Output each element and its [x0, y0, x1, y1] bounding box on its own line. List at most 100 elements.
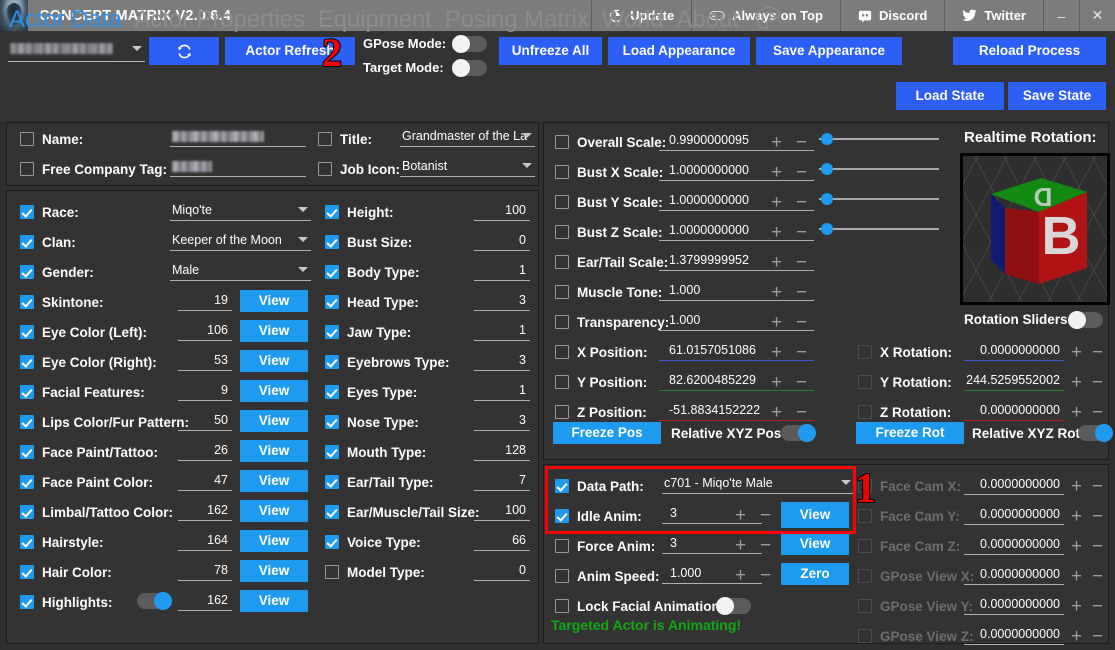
highlights-checkbox[interactable]: [20, 595, 34, 609]
z-rotation-checkbox[interactable]: [858, 405, 872, 419]
highlights-view-button[interactable]: View: [240, 590, 308, 612]
body-type-field[interactable]: 1: [474, 260, 530, 281]
highlights-field[interactable]: 162: [178, 590, 232, 611]
gpose-view-z-checkbox[interactable]: [858, 629, 872, 643]
tab-posing-matrix[interactable]: Posing Matrix: [445, 6, 589, 34]
face-paint-tattoo-view-button[interactable]: View: [240, 440, 308, 462]
face-cam-y-field[interactable]: 0.0000000000: [964, 504, 1064, 525]
height-field[interactable]: 100: [474, 200, 530, 221]
jaw-type-checkbox[interactable]: [325, 325, 339, 339]
z-rotation-minus-button[interactable]: −: [1092, 403, 1103, 422]
force-anim-checkbox[interactable]: [555, 539, 569, 553]
bust-z-scale-plus-button[interactable]: +: [771, 223, 782, 242]
x-rotation-plus-button[interactable]: +: [1071, 343, 1082, 362]
bust-z-scale-field[interactable]: 1.0000000000: [659, 220, 814, 241]
hair-color-checkbox[interactable]: [20, 565, 34, 579]
x-rotation-minus-button[interactable]: −: [1092, 343, 1103, 362]
muscle-tone-field[interactable]: 1.000: [659, 280, 814, 301]
anim-speed-field[interactable]: 1.000: [662, 563, 762, 584]
eyes-type-field[interactable]: 1: [474, 380, 530, 401]
idle-anim-plus-button[interactable]: +: [735, 506, 746, 525]
title-combobox[interactable]: Grandmaster of the La: [400, 126, 535, 147]
bust-y-scale-slider[interactable]: [819, 192, 939, 206]
z-rotation-plus-button[interactable]: +: [1071, 403, 1082, 422]
bust-x-scale-minus-button[interactable]: −: [796, 163, 807, 182]
eye-color-left-checkbox[interactable]: [20, 325, 34, 339]
gpose-view-y-plus-button[interactable]: +: [1071, 597, 1082, 616]
facial-features-checkbox[interactable]: [20, 385, 34, 399]
force-anim-minus-button[interactable]: −: [760, 536, 771, 555]
limbal-tattoo-color-view-button[interactable]: View: [240, 500, 308, 522]
z-position-minus-button[interactable]: −: [796, 403, 807, 422]
free-company-tag-field[interactable]: [170, 156, 306, 177]
y-position-field[interactable]: 82.6200485229: [659, 370, 814, 391]
x-position-checkbox[interactable]: [555, 345, 569, 359]
name-checkbox[interactable]: [20, 132, 34, 146]
z-position-field[interactable]: -51.8834152222: [659, 400, 814, 421]
gpose-view-z-plus-button[interactable]: +: [1071, 627, 1082, 646]
gpose-view-y-minus-button[interactable]: −: [1092, 597, 1103, 616]
transparency-field[interactable]: 1.000: [659, 310, 814, 331]
lock-facial-animation-checkbox[interactable]: [555, 599, 569, 613]
reload-process-button[interactable]: Reload Process: [953, 37, 1106, 65]
bust-size-checkbox[interactable]: [325, 235, 339, 249]
eye-color-right-checkbox[interactable]: [20, 355, 34, 369]
face-cam-x-checkbox[interactable]: [858, 479, 872, 493]
overall-scale-minus-button[interactable]: −: [796, 133, 807, 152]
bust-y-scale-field[interactable]: 1.0000000000: [659, 190, 814, 211]
refresh-button[interactable]: [149, 37, 219, 65]
force-anim-plus-button[interactable]: +: [735, 536, 746, 555]
ear-tail-scale-field[interactable]: 1.3799999952: [659, 250, 814, 271]
tab-actor-data[interactable]: Actor Data: [9, 6, 121, 34]
overall-scale-slider[interactable]: [819, 132, 939, 146]
face-cam-z-field[interactable]: 0.0000000000: [964, 534, 1064, 555]
gpose-view-x-plus-button[interactable]: +: [1071, 567, 1082, 586]
z-position-plus-button[interactable]: +: [771, 403, 782, 422]
tab-world[interactable]: World: [602, 6, 664, 34]
unfreeze-all-button[interactable]: Unfreeze All: [499, 37, 602, 65]
relative-xyz-rot-toggle[interactable]: [1078, 424, 1113, 442]
gpose-view-y-checkbox[interactable]: [858, 599, 872, 613]
gpose-view-z-minus-button[interactable]: −: [1092, 627, 1103, 646]
tab-about[interactable]: About: [677, 6, 739, 34]
y-position-checkbox[interactable]: [555, 375, 569, 389]
face-cam-z-checkbox[interactable]: [858, 539, 872, 553]
actor-refresh-button[interactable]: Actor Refresh: [225, 37, 355, 65]
eyes-type-checkbox[interactable]: [325, 385, 339, 399]
nose-type-checkbox[interactable]: [325, 415, 339, 429]
bust-x-scale-plus-button[interactable]: +: [771, 163, 782, 182]
title-checkbox[interactable]: [318, 132, 332, 146]
race-checkbox[interactable]: [20, 205, 34, 219]
bust-z-scale-minus-button[interactable]: −: [796, 223, 807, 242]
face-paint-color-field[interactable]: 47: [178, 470, 232, 491]
gpose-view-y-field[interactable]: 0.0000000000: [964, 594, 1064, 615]
realtime-rotation-cube[interactable]: B D: [960, 153, 1110, 305]
palette-icon[interactable]: [754, 5, 784, 35]
idle-anim-checkbox[interactable]: [555, 509, 569, 523]
z-position-checkbox[interactable]: [555, 405, 569, 419]
save-state-button[interactable]: Save State: [1008, 82, 1106, 110]
ear-muscle-tail-size-field[interactable]: 100: [474, 500, 530, 521]
skintone-view-button[interactable]: View: [240, 290, 308, 312]
ear-tail-type-field[interactable]: 7: [474, 470, 530, 491]
bust-x-scale-checkbox[interactable]: [555, 165, 569, 179]
y-position-plus-button[interactable]: +: [771, 373, 782, 392]
gpose-view-z-field[interactable]: 0.0000000000: [964, 624, 1064, 645]
transparency-plus-button[interactable]: +: [771, 313, 782, 332]
actor-select-dropdown[interactable]: [8, 40, 145, 62]
transparency-checkbox[interactable]: [555, 315, 569, 329]
face-paint-tattoo-checkbox[interactable]: [20, 445, 34, 459]
face-paint-tattoo-field[interactable]: 26: [178, 440, 232, 461]
ear-tail-type-checkbox[interactable]: [325, 475, 339, 489]
z-rotation-field[interactable]: 0.0000000000: [964, 400, 1064, 421]
gpose-view-x-checkbox[interactable]: [858, 569, 872, 583]
close-button[interactable]: ✕: [1079, 0, 1115, 31]
gender-checkbox[interactable]: [20, 265, 34, 279]
head-type-checkbox[interactable]: [325, 295, 339, 309]
y-rotation-field[interactable]: 244.5259552002: [964, 370, 1064, 391]
face-paint-color-checkbox[interactable]: [20, 475, 34, 489]
facial-features-field[interactable]: 9: [178, 380, 232, 401]
rotation-sliders-toggle[interactable]: [1068, 311, 1103, 329]
x-rotation-checkbox[interactable]: [858, 345, 872, 359]
force-anim-field[interactable]: 3: [662, 533, 762, 554]
